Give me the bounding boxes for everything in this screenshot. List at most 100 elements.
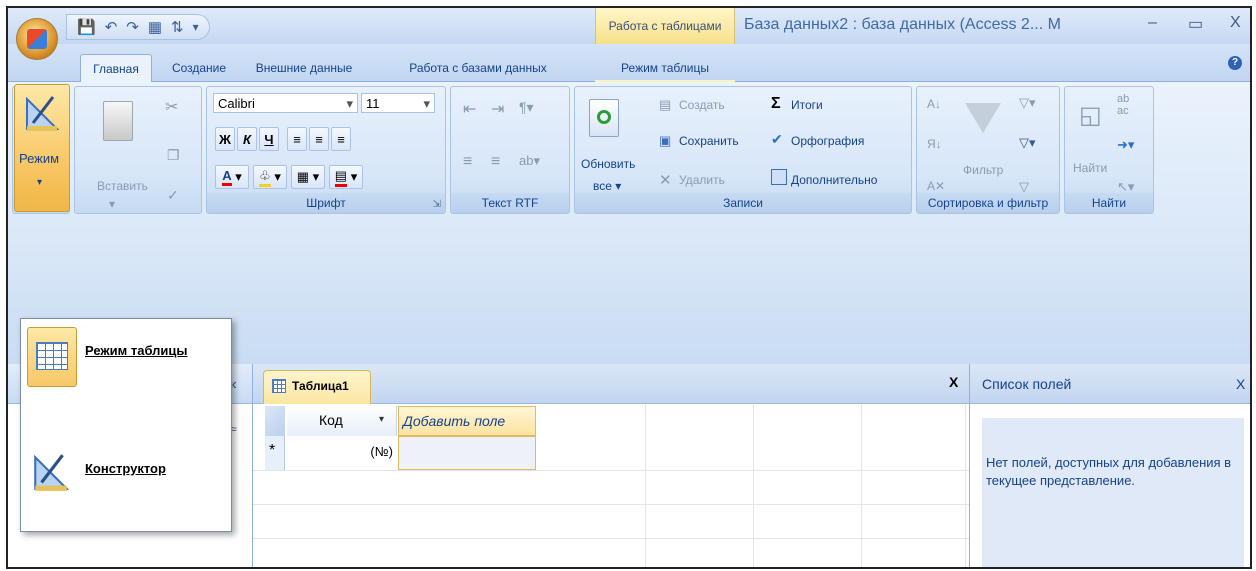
tab-external-data[interactable]: Внешние данные xyxy=(244,54,364,82)
mode-button[interactable]: Режим ▾ xyxy=(14,84,70,212)
group-clipboard: Вставить ▾ ✂ ❐ ✓ xyxy=(74,86,202,214)
fill-color-icon[interactable]: ♧ ▾ xyxy=(253,165,287,189)
tab-table1-label: Таблица1 xyxy=(292,379,349,393)
font-group-label: Шрифт xyxy=(207,193,445,213)
refresh-icon xyxy=(589,99,619,137)
delete-record-icon: ✕ xyxy=(659,172,672,189)
group-font: Calibri ▾ 11 ▾ Ж К Ч ≡ ≡ ≡ A ▾ ♧ ▾ ▦ ▾ ▤ ▾… xyxy=(206,86,446,214)
binoculars-icon: ◱ xyxy=(1079,102,1102,129)
new-record-button[interactable]: Создать xyxy=(679,98,725,112)
tab-table1[interactable]: Таблица1 xyxy=(263,370,371,404)
new-row-marker: * xyxy=(269,442,276,459)
tab-home[interactable]: Главная xyxy=(80,54,152,82)
advanced-filter-icon[interactable]: ▽▾ xyxy=(1019,135,1036,151)
paste-button[interactable]: Вставить xyxy=(97,179,148,193)
grid-line xyxy=(645,404,646,567)
copy-icon[interactable]: ❐ xyxy=(167,147,180,164)
undo-icon[interactable]: ↶ xyxy=(105,18,118,36)
qat-customize-icon[interactable]: ▾ xyxy=(193,20,199,34)
delete-record-button[interactable]: Удалить xyxy=(679,173,725,187)
menu-item-design-view[interactable]: Конструктор xyxy=(21,447,231,515)
clear-sort-icon[interactable]: A✕ xyxy=(927,179,945,193)
cut-icon[interactable]: ✂ xyxy=(165,97,178,117)
refresh-all-dropdown[interactable]: все ▾ xyxy=(593,179,621,193)
increase-indent-icon[interactable]: ⇥ xyxy=(491,99,504,119)
office-button[interactable] xyxy=(16,18,58,60)
alt-fill-color-icon[interactable]: ▤ ▾ xyxy=(329,165,363,189)
find-button[interactable]: Найти xyxy=(1073,161,1107,175)
records-group-label: Записи xyxy=(575,193,911,213)
align-left-icon[interactable]: ≡ xyxy=(287,127,307,151)
font-size-box[interactable]: 11 ▾ xyxy=(361,93,435,113)
tab-datasheet[interactable]: Режим таблицы xyxy=(605,54,725,82)
selection-filter-icon[interactable]: ▽▾ xyxy=(1019,95,1036,111)
help-icon[interactable]: ? xyxy=(1228,56,1242,70)
tab-create[interactable]: Создание xyxy=(164,54,234,82)
italic-button[interactable]: К xyxy=(237,127,257,151)
font-name-box[interactable]: Calibri ▾ xyxy=(213,93,358,113)
refresh-all-button[interactable]: Обновить xyxy=(581,157,635,171)
column-header-add-field[interactable]: Добавить поле xyxy=(398,406,536,436)
goto-icon[interactable]: ➜▾ xyxy=(1117,137,1134,153)
align-right-icon[interactable]: ≡ xyxy=(331,127,351,151)
document-area: Таблица1 X Код ▾ Добавить поле * (№) xyxy=(253,364,969,567)
design-view-icon xyxy=(23,93,61,133)
find-group-label: Найти xyxy=(1065,193,1153,213)
group-find: ◱ Найти ab ac ➜▾ ↖▾ Найти xyxy=(1064,86,1154,214)
tab-database-tools[interactable]: Работа с базами данных xyxy=(380,54,576,82)
quick-access-toolbar: 💾 ↶ ↷ ▦ ⇅ ▾ xyxy=(66,14,210,40)
grid-line xyxy=(965,404,966,567)
select-all-corner[interactable] xyxy=(265,406,285,436)
decrease-indent-icon[interactable]: ⇤ xyxy=(463,99,476,119)
grid-line xyxy=(753,404,754,567)
save-record-button[interactable]: Сохранить xyxy=(679,134,739,148)
close-document-icon[interactable]: X xyxy=(949,374,958,390)
totals-button[interactable]: Итоги xyxy=(791,98,823,112)
more-icon xyxy=(771,169,787,185)
maximize-button[interactable]: ▭ xyxy=(1188,14,1203,34)
menu-item-datasheet-view[interactable]: Режим таблицы xyxy=(21,323,231,391)
row-selector-new[interactable]: * xyxy=(265,436,285,470)
field-list-close-icon[interactable]: X xyxy=(1236,376,1245,392)
replace-icon[interactable]: ab ac xyxy=(1117,93,1129,117)
column-header-code-label: Код xyxy=(319,412,343,428)
font-dialog-launcher-icon[interactable]: ⇲ xyxy=(433,199,441,210)
font-color-button[interactable]: A ▾ xyxy=(215,165,249,189)
more-button[interactable]: Дополнительно xyxy=(791,173,877,187)
window-title: База данных2 : база данных (Access 2... … xyxy=(744,16,1061,33)
sort-descending-icon[interactable]: Я↓ xyxy=(927,137,942,151)
sort-ascending-icon[interactable]: A↓ xyxy=(927,97,941,111)
paste-dropdown-icon[interactable]: ▾ xyxy=(109,197,115,211)
totals-icon: Σ xyxy=(771,95,781,112)
column-header-code[interactable]: Код ▾ xyxy=(287,406,397,436)
redo-icon[interactable]: ↷ xyxy=(126,18,139,36)
font-name-value: Calibri xyxy=(218,96,255,111)
gridlines-icon[interactable]: ▦ ▾ xyxy=(291,165,325,189)
save-record-icon: ▣ xyxy=(659,133,672,148)
access-window: 💾 ↶ ↷ ▦ ⇅ ▾ Работа с таблицами База данн… xyxy=(6,6,1252,569)
sort-icon[interactable]: ⇅ xyxy=(171,18,184,36)
minimize-button[interactable]: – xyxy=(1148,14,1157,32)
bulleted-list-icon[interactable]: ≡ xyxy=(491,153,500,171)
field-list-pane: Список полей X Нет полей, доступных для … xyxy=(969,364,1250,567)
spelling-button[interactable]: Орфография xyxy=(791,134,864,148)
close-button[interactable]: X xyxy=(1230,14,1241,32)
spelling-icon: ✔ xyxy=(771,131,783,147)
font-name-dropdown-icon: ▾ xyxy=(346,96,353,111)
ribbon-tab-row: Главная Создание Внешние данные Работа с… xyxy=(8,44,1250,118)
design-view-menu-icon xyxy=(31,451,71,493)
underline-button[interactable]: Ч xyxy=(259,127,279,151)
format-painter-icon[interactable]: ✓ xyxy=(167,187,179,204)
paragraph-direction-icon[interactable]: ¶▾ xyxy=(519,99,534,116)
view-icon[interactable]: ▦ xyxy=(148,18,162,36)
bold-button[interactable]: Ж xyxy=(215,127,235,151)
column-dropdown-icon[interactable]: ▾ xyxy=(379,414,384,425)
cell-add-field-new[interactable] xyxy=(398,436,536,470)
cell-code-new[interactable]: (№) xyxy=(287,436,397,470)
align-center-icon[interactable]: ≡ xyxy=(309,127,329,151)
save-icon[interactable]: 💾 xyxy=(77,18,96,36)
highlight-icon[interactable]: ab▾ xyxy=(519,153,540,169)
filter-button[interactable]: Фильтр xyxy=(963,163,1003,177)
numbered-list-icon[interactable]: ≡ xyxy=(463,153,472,171)
field-list-message: Нет полей, доступных для добавления в те… xyxy=(986,455,1232,488)
